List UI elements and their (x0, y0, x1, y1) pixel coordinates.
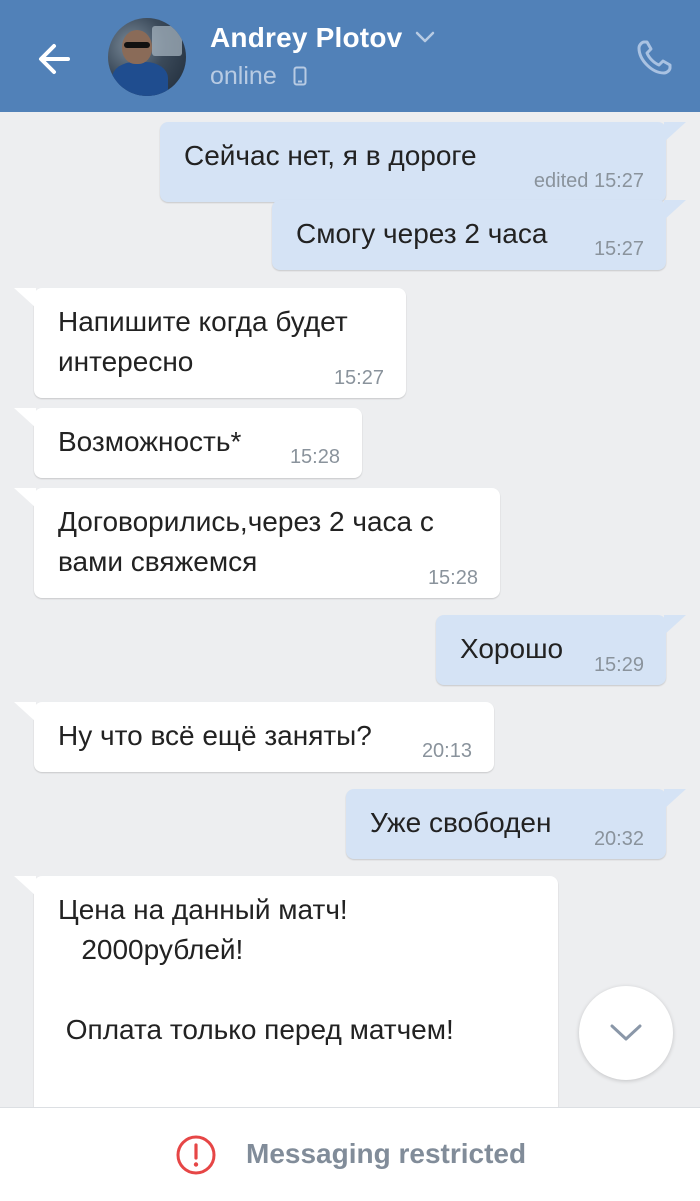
chevron-down-icon (610, 1024, 642, 1041)
message-list[interactable]: Сейчас нет, я в дороге edited 15:27 Смог… (0, 112, 700, 1107)
online-status: online (210, 62, 277, 90)
avatar[interactable] (108, 18, 186, 96)
arrow-left-icon (39, 44, 70, 74)
message-time: edited 15:27 (533, 170, 644, 192)
message-text: Возможность* (58, 426, 242, 457)
message-text: Цена на данный матч! 2000рублей! Оплата … (58, 894, 454, 1107)
phone-icon (637, 40, 672, 75)
message-bubble-incoming[interactable]: Договорились,через 2 часа с вами свяжемс… (14, 488, 500, 598)
message-text: Хорошо (460, 633, 564, 664)
message-bubble-outgoing[interactable]: Уже свободен 20:32 (346, 789, 686, 859)
message-text: Сейчас нет, я в дороге (184, 140, 477, 171)
message-bubble-incoming[interactable]: Возможность* 15:28 (14, 408, 362, 478)
message-bubble-incoming[interactable]: Ну что всё ещё заняты? 20:13 (14, 702, 494, 772)
contact-name[interactable]: Andrey Plotov (210, 22, 402, 54)
message-bubble-outgoing[interactable]: Смогу через 2 часа 15:27 (272, 200, 686, 270)
restriction-label: Messaging restricted (246, 1138, 527, 1169)
message-bubble-incoming[interactable]: Цена на данный матч! 2000рублей! Оплата … (14, 876, 558, 1107)
message-time: 15:27 (593, 238, 644, 260)
message-text: Ну что всё ещё заняты? (58, 720, 372, 751)
message-time: 15:28 (427, 567, 478, 589)
message-time: 20:32 (593, 828, 644, 850)
message-time: 15:29 (593, 654, 644, 676)
message-time: 20:13 (421, 740, 472, 762)
message-time: 15:28 (289, 446, 340, 468)
alert-circle-icon (176, 1135, 216, 1175)
back-button[interactable] (30, 36, 80, 82)
message-bubble-outgoing[interactable]: Хорошо 15:29 (436, 615, 686, 685)
mobile-phone-icon (293, 66, 307, 86)
messaging-restricted-bar: Messaging restricted (0, 1107, 700, 1201)
message-text: Напишите когда будет интересно (58, 306, 348, 377)
message-text: Смогу через 2 часа (296, 218, 548, 249)
chevron-down-icon[interactable] (414, 30, 436, 44)
message-bubble-outgoing[interactable]: Сейчас нет, я в дороге edited 15:27 (160, 122, 686, 202)
call-button[interactable] (632, 36, 676, 80)
message-text: Уже свободен (370, 807, 552, 838)
message-bubble-incoming[interactable]: Напишите когда будет интересно 15:27 (14, 288, 406, 398)
scroll-to-bottom-button[interactable] (579, 986, 673, 1080)
message-text: Договорились,через 2 часа с вами свяжемс… (58, 506, 434, 577)
message-time: 15:27 (333, 367, 384, 389)
chat-header: Andrey Plotov online (0, 0, 700, 112)
